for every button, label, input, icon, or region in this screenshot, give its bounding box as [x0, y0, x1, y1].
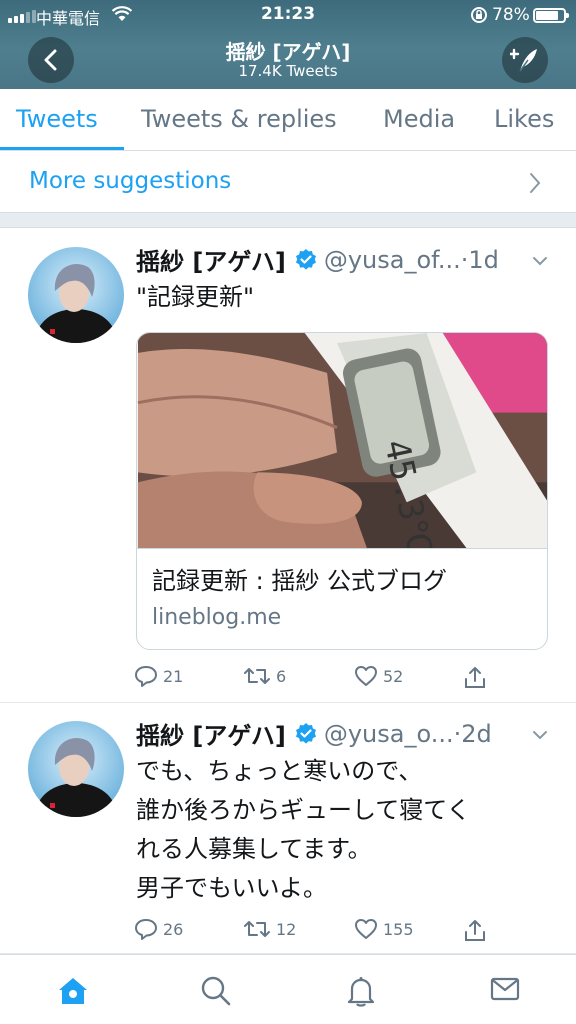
- compose-feather-icon: [510, 48, 537, 72]
- link-card-image: 45.3℃: [137, 333, 547, 549]
- tab-tweets[interactable]: Tweets: [16, 105, 98, 133]
- reply-icon: [135, 919, 157, 940]
- tweet-text: "記録更新": [136, 283, 255, 311]
- profile-header: 中華電信 21:23 78% 揺紗 [アゲハ] 17.4K Tweets: [0, 0, 576, 89]
- battery-percent: 78%: [492, 5, 530, 25]
- nav-search[interactable]: [200, 975, 232, 1011]
- heart-icon: [355, 919, 377, 939]
- retweet-count: 12: [276, 919, 297, 939]
- retweet-icon: [244, 668, 270, 684]
- reply-button[interactable]: 26: [134, 918, 183, 940]
- section-divider: [0, 212, 576, 228]
- like-button[interactable]: 155: [354, 918, 414, 940]
- reply-count: 21: [163, 666, 184, 686]
- avatar[interactable]: [28, 247, 124, 343]
- tab-media[interactable]: Media: [383, 105, 455, 133]
- tab-tweets-and-replies[interactable]: Tweets & replies: [141, 105, 337, 133]
- messages-envelope-icon: [490, 977, 520, 1001]
- tweet-header: 揺紗 [アゲハ] @yusa_of... ·1d: [136, 242, 499, 277]
- active-tab-indicator: [0, 147, 124, 150]
- nav-notifications[interactable]: [346, 975, 376, 1011]
- share-button[interactable]: [464, 918, 486, 942]
- search-icon: [201, 976, 231, 1006]
- verified-badge-icon: [294, 248, 318, 272]
- like-count: 52: [383, 666, 404, 686]
- like-count: 155: [383, 919, 414, 939]
- tweet-header: 揺紗 [アゲハ] @yusa_o... ·2d: [136, 716, 492, 751]
- author-handle: @yusa_o...: [323, 719, 454, 748]
- chevron-down-icon[interactable]: [532, 730, 548, 740]
- status-bar: 中華電信 21:23 78%: [0, 0, 576, 30]
- tweet-time: ·1d: [460, 245, 499, 274]
- nav-home[interactable]: [56, 975, 90, 1011]
- reply-icon: [135, 666, 157, 687]
- home-icon: [59, 978, 87, 1004]
- nav-messages[interactable]: [490, 975, 520, 1007]
- like-button[interactable]: 52: [354, 665, 403, 687]
- avatar[interactable]: [28, 721, 124, 817]
- share-icon: [465, 667, 485, 688]
- bottom-tab-bar: [0, 954, 576, 1024]
- author-name[interactable]: 揺紗 [アゲハ]: [136, 716, 286, 751]
- tweet-actions: 21 6 52: [134, 665, 494, 693]
- link-card[interactable]: 45.3℃ 記録更新 : 揺紗 公式ブログ lineblog.me: [136, 332, 548, 650]
- retweet-button[interactable]: 6: [243, 665, 286, 687]
- author-handle: @yusa_of...: [323, 245, 461, 274]
- compose-tweet-button[interactable]: [502, 37, 548, 83]
- tweet-time: ·2d: [453, 719, 492, 748]
- chevron-down-icon[interactable]: [532, 256, 548, 266]
- notifications-bell-icon: [347, 977, 375, 1007]
- clock: 21:23: [260, 4, 316, 24]
- tweet[interactable]: 揺紗 [アゲハ] @yusa_of... ·1d "記録更新" 45.3℃ 記録…: [0, 229, 576, 703]
- tab-likes[interactable]: Likes: [494, 105, 554, 133]
- retweet-button[interactable]: 12: [243, 918, 296, 940]
- more-suggestions-label: More suggestions: [29, 168, 232, 194]
- verified-badge-icon: [294, 722, 318, 746]
- more-suggestions-row[interactable]: More suggestions: [0, 152, 576, 212]
- page-title: 揺紗 [アゲハ]: [225, 40, 351, 64]
- retweet-icon: [244, 921, 270, 937]
- link-card-domain: lineblog.me: [152, 605, 282, 630]
- link-card-title: 記録更新 : 揺紗 公式ブログ: [152, 567, 447, 595]
- tweet[interactable]: 揺紗 [アゲハ] @yusa_o... ·2d でも、ちょっと寒いので、 誰か後…: [0, 703, 576, 954]
- retweet-count: 6: [276, 666, 287, 686]
- author-name[interactable]: 揺紗 [アゲハ]: [136, 242, 286, 277]
- heart-icon: [355, 666, 377, 686]
- reply-count: 26: [163, 919, 184, 939]
- chevron-right-icon: [530, 173, 541, 193]
- tweet-actions: 26 12 155: [134, 918, 494, 946]
- reply-button[interactable]: 21: [134, 665, 183, 687]
- share-icon: [465, 920, 485, 941]
- tweet-text: でも、ちょっと寒いので、 誰か後ろからギューして寝てく れる人募集してます。 男…: [136, 757, 471, 902]
- rotation-lock-icon: [470, 6, 488, 29]
- tweet-count: 17.4K Tweets: [238, 62, 338, 80]
- share-button[interactable]: [464, 665, 486, 689]
- profile-tabs: Tweets Tweets & replies Media Likes: [0, 89, 576, 151]
- battery-icon: [533, 8, 569, 23]
